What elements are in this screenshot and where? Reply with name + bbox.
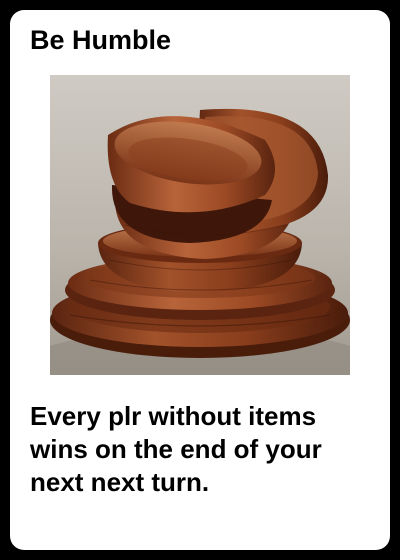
card-title: Be Humble bbox=[30, 25, 172, 55]
stacked-wooden-bowls-image bbox=[50, 75, 350, 375]
card-art bbox=[50, 75, 350, 375]
card-rules-text: Every plr without items wins on the end … bbox=[30, 401, 322, 497]
game-card[interactable]: Be Humble Every plr without items wins o… bbox=[10, 10, 390, 550]
